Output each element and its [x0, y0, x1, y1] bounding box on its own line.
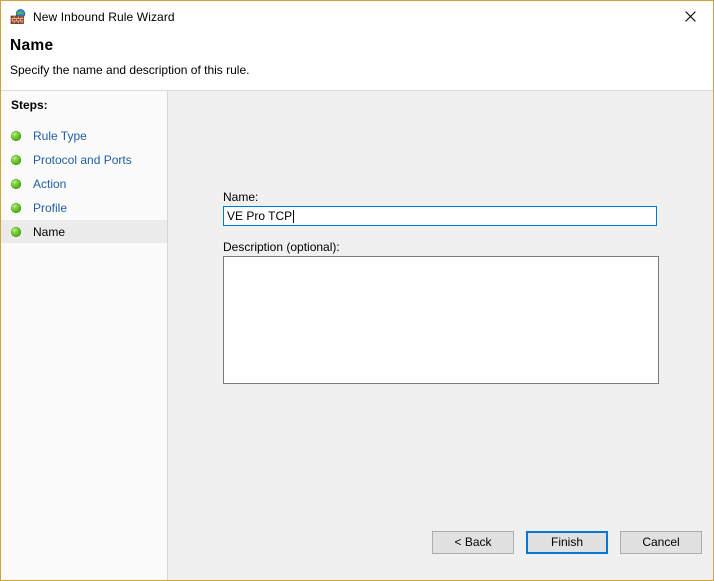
step-bullet-icon: [11, 154, 21, 165]
name-input-value: VE Pro TCP: [227, 209, 293, 223]
page-title: Name: [10, 37, 54, 54]
description-input[interactable]: [223, 256, 659, 384]
close-button[interactable]: [668, 1, 713, 31]
sidebar-item-profile[interactable]: Profile: [1, 196, 167, 219]
name-input[interactable]: VE Pro TCP: [223, 206, 657, 226]
name-form: Name: VE Pro TCP Description (optional):: [168, 91, 713, 528]
finish-button[interactable]: Finish: [526, 531, 608, 554]
sidebar-item-protocol-and-ports[interactable]: Protocol and Ports: [1, 148, 167, 171]
step-bullet-icon: [11, 130, 21, 141]
sidebar-item-label: Profile: [33, 200, 68, 215]
button-bar: < Back Finish Cancel: [168, 528, 713, 580]
page-subtitle: Specify the name and description of this…: [10, 63, 250, 77]
description-field-label: Description (optional):: [223, 240, 340, 254]
close-icon: [685, 10, 696, 22]
sidebar-item-label: Action: [33, 176, 67, 191]
step-bullet-icon: [11, 202, 21, 213]
title-bar: New Inbound Rule Wizard: [1, 1, 713, 32]
text-caret: [293, 209, 295, 223]
sidebar-item-name[interactable]: Name: [1, 220, 167, 243]
steps-heading: Steps:: [11, 98, 48, 112]
sidebar-item-label: Name: [33, 224, 66, 239]
sidebar-item-rule-type[interactable]: Rule Type: [1, 124, 167, 147]
sidebar-item-action[interactable]: Action: [1, 172, 167, 195]
sidebar-item-label: Rule Type: [33, 128, 87, 143]
firewall-globe-icon: [10, 8, 26, 25]
cancel-button[interactable]: Cancel: [620, 531, 702, 554]
page-header: Name Specify the name and description of…: [1, 32, 713, 91]
wizard-window: New Inbound Rule Wizard Name Specify the…: [0, 0, 714, 581]
step-bullet-icon: [11, 226, 21, 237]
back-button[interactable]: < Back: [432, 531, 514, 554]
sidebar-item-label: Protocol and Ports: [33, 152, 132, 167]
steps-sidebar: Steps: Rule Type Protocol and Ports Acti…: [1, 91, 168, 580]
wizard-body: Steps: Rule Type Protocol and Ports Acti…: [1, 91, 713, 580]
step-bullet-icon: [11, 178, 21, 189]
name-field-label: Name:: [223, 190, 259, 204]
main-pane: Name: VE Pro TCP Description (optional):…: [168, 91, 713, 580]
window-title: New Inbound Rule Wizard: [33, 9, 175, 24]
